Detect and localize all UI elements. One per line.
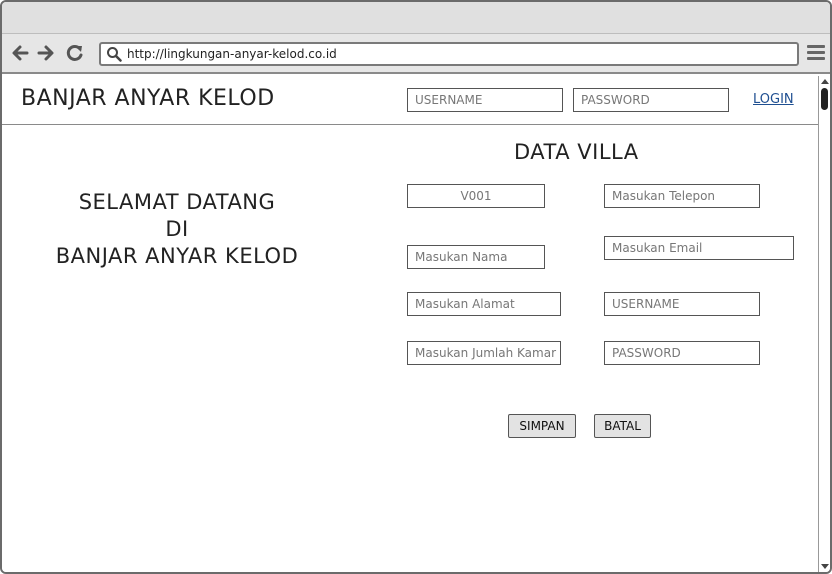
scroll-down-icon[interactable] (821, 564, 829, 569)
telepon-input[interactable]: Masukan Telepon (604, 184, 760, 208)
reload-icon[interactable] (65, 43, 85, 63)
page-viewport: BANJAR ANYAR KELOD USERNAME PASSWORD LOG… (2, 76, 818, 572)
back-icon[interactable] (10, 43, 30, 63)
header-username-input[interactable]: USERNAME (407, 88, 563, 112)
address-bar[interactable]: http://lingkungan-anyar-kelod.co.id (99, 42, 799, 66)
jumlah-kamar-input[interactable]: Masukan Jumlah Kamar (407, 341, 561, 365)
welcome-line-2: DI (165, 217, 189, 241)
simpan-button[interactable]: SIMPAN (508, 414, 576, 438)
browser-toolbar: http://lingkungan-anyar-kelod.co.id (2, 34, 830, 74)
batal-button[interactable]: BATAL (594, 414, 651, 438)
form-title: DATA VILLA (514, 140, 639, 164)
form-password-input[interactable]: PASSWORD (604, 341, 760, 365)
header-password-input[interactable]: PASSWORD (573, 88, 729, 112)
scroll-thumb[interactable] (821, 88, 828, 110)
hamburger-menu-icon[interactable] (807, 45, 825, 61)
email-input[interactable]: Masukan Email (604, 236, 794, 260)
welcome-line-3: BANJAR ANYAR KELOD (55, 244, 299, 268)
url-text: http://lingkungan-anyar-kelod.co.id (127, 47, 337, 61)
window-titlebar (2, 2, 830, 34)
login-link[interactable]: LOGIN (753, 92, 794, 107)
site-header: BANJAR ANYAR KELOD USERNAME PASSWORD LOG… (2, 76, 818, 125)
nama-input[interactable]: Masukan Nama (407, 245, 545, 269)
forward-icon[interactable] (36, 43, 56, 63)
alamat-input[interactable]: Masukan Alamat (407, 292, 561, 316)
vertical-scrollbar[interactable] (818, 76, 830, 572)
site-brand: BANJAR ANYAR KELOD (21, 86, 275, 111)
scroll-up-icon[interactable] (821, 79, 829, 84)
welcome-line-1: SELAMAT DATANG (78, 190, 276, 214)
browser-window: http://lingkungan-anyar-kelod.co.id BANJ… (0, 0, 832, 574)
villa-id-field[interactable]: V001 (407, 184, 545, 208)
form-username-input[interactable]: USERNAME (604, 292, 760, 316)
search-icon (106, 46, 122, 66)
